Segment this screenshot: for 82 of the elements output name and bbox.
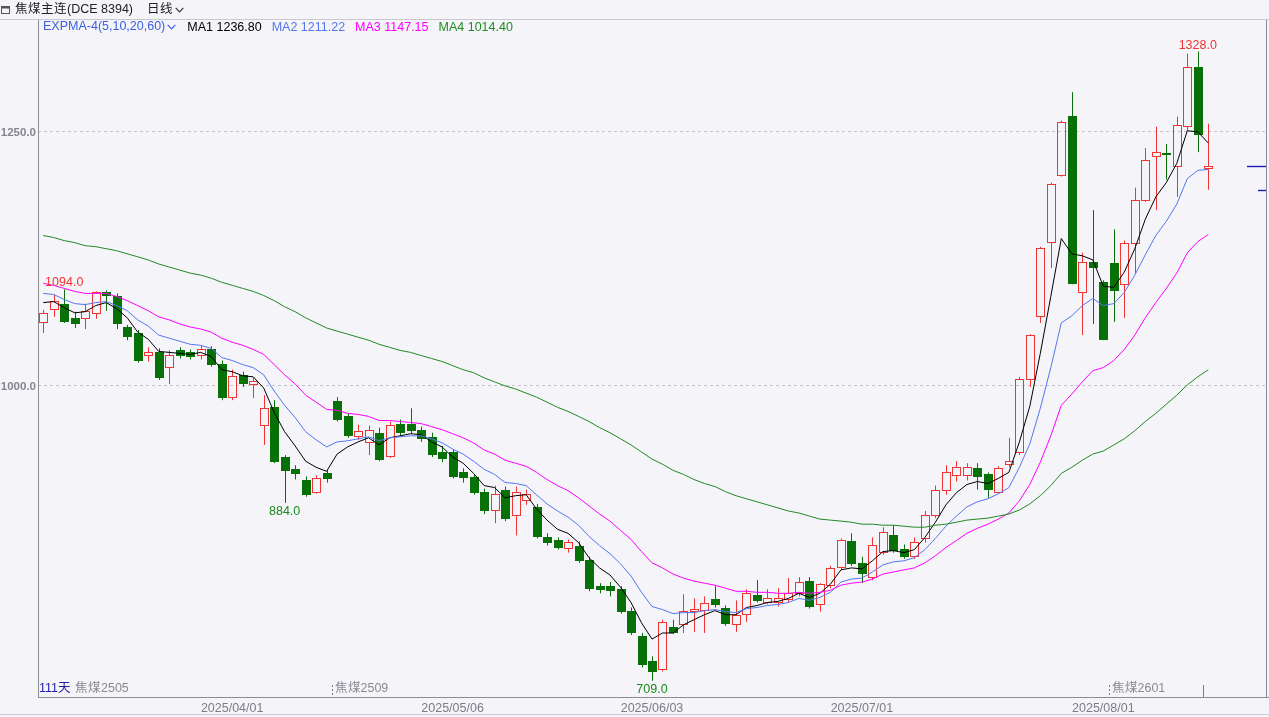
candlestick bbox=[700, 595, 709, 634]
candlestick bbox=[690, 597, 699, 633]
candlestick bbox=[228, 369, 237, 401]
candlestick bbox=[333, 396, 342, 422]
candlestick bbox=[627, 607, 636, 636]
day-count-label: 111天 bbox=[39, 681, 71, 695]
price-marker-line bbox=[1246, 165, 1267, 168]
candlestick bbox=[1057, 120, 1066, 178]
candlestick bbox=[554, 536, 563, 551]
candlestick bbox=[847, 532, 856, 567]
candlestick bbox=[39, 309, 48, 334]
date-axis-label: 2025/07/01 bbox=[830, 701, 894, 715]
candlestick bbox=[638, 632, 647, 668]
candlestick bbox=[742, 588, 751, 623]
candlestick bbox=[501, 486, 510, 522]
contract-label: 焦煤2505 bbox=[75, 681, 129, 695]
candlestick bbox=[753, 579, 762, 603]
date-axis-label: 2025/06/03 bbox=[620, 701, 684, 715]
candlestick bbox=[879, 526, 888, 556]
candlestick bbox=[302, 475, 311, 498]
candlestick bbox=[470, 473, 479, 496]
period-dropdown[interactable]: 日线 bbox=[146, 2, 185, 17]
legend-item: MA1 1236.80 bbox=[187, 20, 262, 34]
candlestick bbox=[784, 577, 793, 603]
legend-item: MA4 1014.40 bbox=[438, 20, 513, 34]
candlestick bbox=[249, 377, 258, 399]
high-price-label: 1328.0 bbox=[1178, 37, 1217, 52]
window-icon bbox=[1, 5, 10, 14]
candlestick bbox=[596, 582, 605, 594]
candlestick bbox=[375, 427, 384, 462]
legend-item: MA2 1211.22 bbox=[271, 20, 346, 34]
candlestick bbox=[155, 347, 164, 381]
candlestick bbox=[921, 510, 930, 543]
candlestick bbox=[176, 346, 185, 359]
price-axis-label: 1000.0 bbox=[0, 379, 36, 392]
date-axis-label: 2025/04/01 bbox=[200, 701, 264, 715]
candlestick bbox=[186, 348, 195, 360]
price-axis-label: 1250.0 bbox=[0, 125, 36, 138]
candlestick bbox=[816, 582, 825, 613]
low-price-label: 709.0 bbox=[636, 681, 668, 696]
candlestick bbox=[239, 371, 248, 388]
candlestick bbox=[102, 289, 111, 312]
candlestick bbox=[617, 585, 626, 615]
candlestick bbox=[826, 565, 835, 589]
candlestick bbox=[711, 585, 720, 609]
candlestick bbox=[218, 360, 227, 401]
candlestick bbox=[564, 538, 573, 554]
contract-label: 焦煤2509 bbox=[334, 681, 389, 695]
candlestick bbox=[774, 587, 783, 608]
candlestick bbox=[365, 425, 374, 456]
date-axis-label: 2025/05/06 bbox=[421, 701, 484, 715]
candlestick bbox=[491, 485, 500, 524]
candlestick bbox=[323, 469, 332, 483]
candlestick bbox=[270, 399, 279, 464]
candlestick bbox=[260, 394, 269, 446]
contract-tick bbox=[332, 684, 333, 698]
chevron-down-icon bbox=[175, 6, 184, 13]
candlestick bbox=[92, 290, 101, 320]
low-price-label: 884.0 bbox=[269, 503, 301, 518]
contract-label: 焦煤2601 bbox=[1111, 681, 1166, 695]
contract-tick bbox=[1109, 684, 1110, 698]
candlestick bbox=[994, 465, 1003, 495]
candlestick bbox=[606, 581, 615, 597]
candlestick bbox=[1026, 333, 1035, 388]
candlestick bbox=[165, 349, 174, 385]
contract-tick bbox=[1203, 684, 1204, 698]
candlestick bbox=[732, 599, 741, 633]
symbol-title: 焦煤主连(DCE 8394) bbox=[15, 3, 133, 16]
candlestick bbox=[480, 488, 489, 515]
high-price-label: 1094.0 bbox=[45, 275, 84, 290]
candlestick bbox=[312, 474, 321, 495]
indicator-dropdown[interactable]: EXPMA-4(5,10,20,60) bbox=[42, 20, 178, 34]
candlestick bbox=[721, 605, 730, 627]
candlestick bbox=[889, 524, 898, 554]
candlestick bbox=[931, 485, 940, 519]
price-marker-line bbox=[1257, 189, 1267, 192]
chevron-down-icon bbox=[167, 24, 177, 30]
candlestick bbox=[837, 537, 846, 571]
candlestick bbox=[763, 588, 772, 605]
candlestick bbox=[984, 471, 993, 499]
legend-item: MA3 1147.15 bbox=[355, 20, 429, 34]
date-axis-label: 2025/08/01 bbox=[1072, 701, 1135, 715]
